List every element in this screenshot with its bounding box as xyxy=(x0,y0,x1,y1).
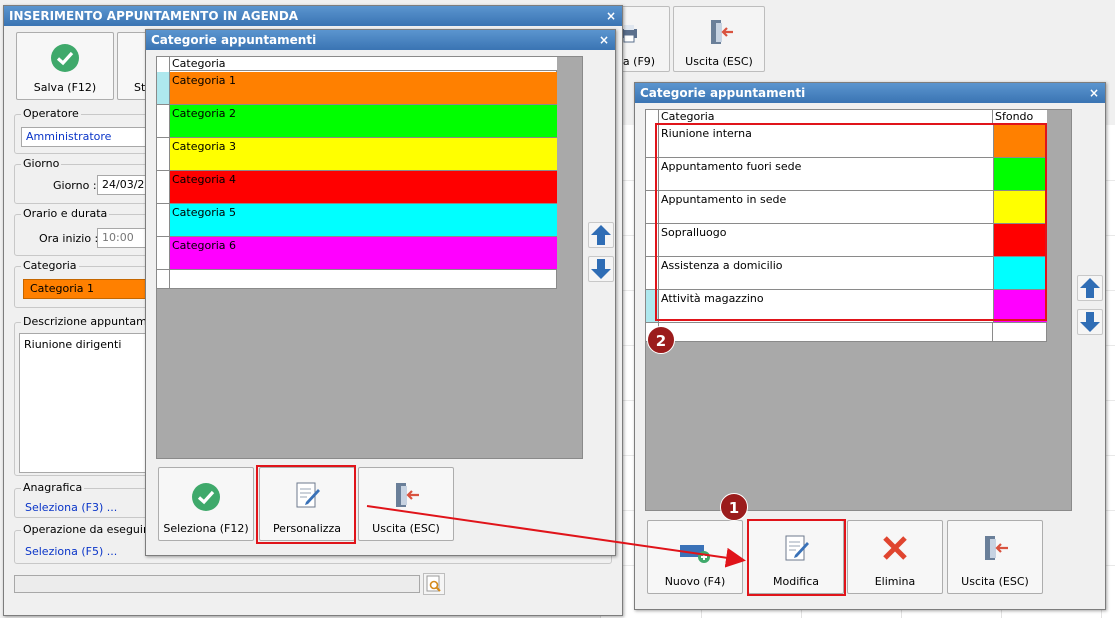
step-badge-2: 2 xyxy=(647,326,675,354)
step-badge-1: 1 xyxy=(720,493,748,521)
annotation-arrow xyxy=(366,505,746,568)
